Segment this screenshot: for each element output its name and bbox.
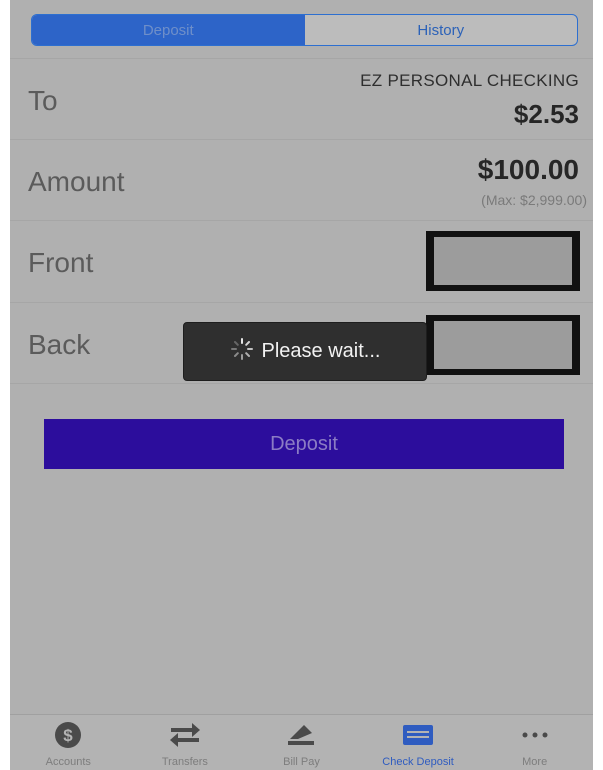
tab-label-bill-pay: Bill Pay <box>283 756 320 768</box>
segmented-control: Deposit History <box>31 14 578 46</box>
front-check-image <box>434 237 572 285</box>
amount-value: $100.00 <box>477 154 579 185</box>
more-dots-icon <box>517 720 553 750</box>
bill-pay-icon <box>283 720 319 750</box>
back-check-image <box>434 321 572 369</box>
transfer-arrows-icon <box>167 720 203 750</box>
back-check-thumbnail[interactable] <box>426 315 580 375</box>
amount-max: (Max: $2,999.00) <box>481 192 587 208</box>
segment-deposit[interactable]: Deposit <box>32 15 305 45</box>
toast-message: Please wait... <box>261 340 381 362</box>
dollar-coin-icon: $ <box>50 720 86 750</box>
tab-more[interactable]: More <box>476 715 593 770</box>
check-card-icon <box>400 720 436 750</box>
front-label: Front <box>28 247 94 278</box>
to-label: To <box>28 85 58 116</box>
app-screen: Deposit History To EZ PERSONAL CHECKING … <box>10 0 593 770</box>
deposit-button[interactable]: Deposit <box>44 419 564 469</box>
account-name: EZ PERSONAL CHECKING <box>360 71 579 90</box>
tab-label-accounts: Accounts <box>45 756 91 768</box>
tab-transfers[interactable]: Transfers <box>127 715 244 770</box>
segment-history[interactable]: History <box>305 15 578 45</box>
tab-accounts[interactable]: $ Accounts <box>10 715 127 770</box>
svg-text:$: $ <box>64 726 74 745</box>
account-balance: $2.53 <box>513 99 579 129</box>
please-wait-toast: Please wait... <box>183 322 427 381</box>
tab-label-check-deposit: Check Deposit <box>382 756 454 768</box>
front-image-row[interactable]: Front <box>10 220 593 302</box>
tab-label-more: More <box>522 756 548 768</box>
spinner-icon <box>230 337 254 367</box>
amount-label: Amount <box>28 166 125 197</box>
tab-check-deposit[interactable]: Check Deposit <box>360 715 477 770</box>
to-account-row[interactable]: To EZ PERSONAL CHECKING $2.53 <box>10 58 593 139</box>
bottom-tab-bar: $ Accounts Transfers Bill Pay Check Depo… <box>10 714 593 770</box>
front-check-thumbnail[interactable] <box>426 231 580 291</box>
back-label: Back <box>28 329 91 360</box>
tab-bill-pay[interactable]: Bill Pay <box>243 715 360 770</box>
tab-label-transfers: Transfers <box>161 756 208 768</box>
amount-row[interactable]: Amount $100.00 (Max: $2,999.00) <box>10 139 593 220</box>
